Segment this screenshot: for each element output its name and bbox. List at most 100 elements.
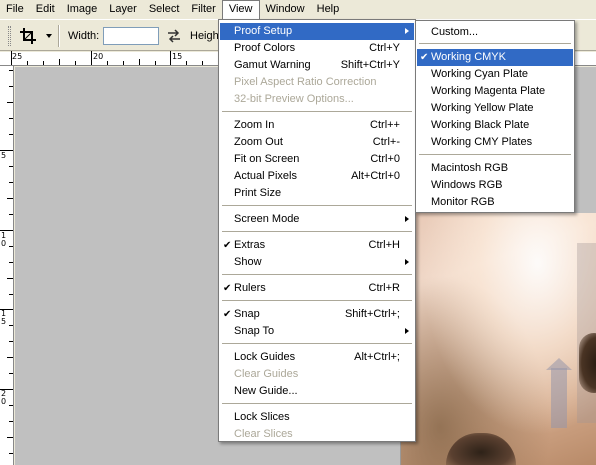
image-dark-object <box>446 433 516 465</box>
ruler-label: 15 <box>172 52 183 61</box>
view-menu-item-show[interactable]: Show <box>220 254 414 271</box>
view-menu-item-proof-setup[interactable]: Proof Setup <box>220 23 414 40</box>
ruler-tick <box>9 246 13 247</box>
view-menu-item-pixel-aspect-ratio-correction[interactable]: Pixel Aspect Ratio Correction <box>220 74 414 91</box>
menu-item-shortcut: Ctrl++ <box>370 119 400 131</box>
menu-item-label: Show <box>234 256 262 268</box>
menu-item-label: Snap <box>234 308 260 320</box>
width-label: Width: <box>68 30 100 42</box>
ruler-tick <box>123 61 124 65</box>
view-menu-item-clear-slices[interactable]: Clear Slices <box>220 426 414 443</box>
ruler-tick <box>202 61 203 65</box>
options-bar-grip[interactable] <box>8 26 11 46</box>
menu-item-label: Custom... <box>431 26 479 38</box>
proof-setup-submenu: Custom... ✔ Working CMYK Working Cyan Plate… <box>415 20 575 213</box>
view-menu: Proof Setup Proof Colors Ctrl+Y Gamut Warni… <box>218 19 416 442</box>
view-menu-item-fit-on-screen[interactable]: Fit on Screen Ctrl+0 <box>220 151 414 168</box>
ruler-label: 20 <box>93 52 104 61</box>
ruler-tick <box>0 309 13 310</box>
view-menu-item-lock-slices[interactable]: Lock Slices <box>220 409 414 426</box>
options-separator <box>58 25 60 47</box>
crop-icon[interactable] <box>20 28 38 44</box>
ruler-tick <box>9 294 13 295</box>
ruler-label: 1 5 <box>1 309 7 326</box>
menu-image[interactable]: Image <box>61 0 104 19</box>
menu-edit[interactable]: Edit <box>30 0 61 19</box>
view-menu-item-proof-colors[interactable]: Proof Colors Ctrl+Y <box>220 40 414 57</box>
ruler-tick <box>9 118 13 119</box>
ruler-tick <box>7 102 13 103</box>
checkmark-icon: ✔ <box>223 283 232 294</box>
proof-item-monitor-rgb[interactable]: Monitor RGB <box>417 194 573 211</box>
proof-item-windows-rgb[interactable]: Windows RGB <box>417 177 573 194</box>
ruler-tick <box>9 421 13 422</box>
ruler-tick <box>0 230 13 231</box>
view-menu-item-zoom-out[interactable]: Zoom Out Ctrl+- <box>220 134 414 151</box>
view-menu-item-extras[interactable]: ✔ Extras Ctrl+H <box>220 237 414 254</box>
menu-item-label: Windows RGB <box>431 179 503 191</box>
ruler-tick <box>0 389 13 390</box>
view-menu-item-print-size[interactable]: Print Size <box>220 185 414 202</box>
view-menu-item-rulers[interactable]: ✔ Rulers Ctrl+R <box>220 280 414 297</box>
ruler-vertical[interactable]: 5 1 0 1 5 2 0 <box>0 66 14 465</box>
menu-item-label: Fit on Screen <box>234 153 300 165</box>
view-menu-item-snap-to[interactable]: Snap To <box>220 323 414 340</box>
checkmark-icon: ✔ <box>223 240 232 251</box>
ruler-label: 1 0 <box>1 231 7 248</box>
menu-item-label: Clear Slices <box>234 428 293 440</box>
menu-item-shortcut: Ctrl+- <box>372 136 400 148</box>
tool-preset-dropdown-icon[interactable] <box>46 34 52 38</box>
menu-item-label: Working Yellow Plate <box>431 102 534 114</box>
menu-layer[interactable]: Layer <box>103 0 143 19</box>
ruler-tick <box>9 70 13 71</box>
view-menu-item-new-guide[interactable]: New Guide... <box>220 383 414 400</box>
view-menu-item-actual-pixels[interactable]: Actual Pixels Alt+Ctrl+0 <box>220 168 414 185</box>
menu-view[interactable]: View <box>221 0 260 19</box>
submenu-arrow-icon <box>405 328 409 334</box>
menu-separator <box>419 43 571 44</box>
menu-help[interactable]: Help <box>311 0 346 19</box>
swap-arrows-icon[interactable] <box>167 29 181 43</box>
menu-item-label: Snap To <box>234 325 275 337</box>
menu-item-label: Lock Slices <box>234 411 290 423</box>
view-menu-item-gamut-warning[interactable]: Gamut Warning Shift+Ctrl+Y <box>220 57 414 74</box>
proof-item-working-black-plate[interactable]: Working Black Plate <box>417 117 573 134</box>
menu-select[interactable]: Select <box>143 0 186 19</box>
menu-item-label: Pixel Aspect Ratio Correction <box>234 76 377 88</box>
proof-item-working-cmy-plates[interactable]: Working CMY Plates <box>417 134 573 151</box>
menu-window[interactable]: Window <box>260 0 311 19</box>
ruler-tick <box>170 51 171 65</box>
ruler-tick <box>43 61 44 65</box>
view-menu-item-clear-guides[interactable]: Clear Guides <box>220 366 414 383</box>
menu-item-label: Working CMY Plates <box>431 136 533 148</box>
ruler-tick <box>9 405 13 406</box>
submenu-arrow-icon <box>405 28 409 34</box>
submenu-arrow-icon <box>405 216 409 222</box>
menu-item-label: Proof Setup <box>234 25 293 37</box>
ruler-tick <box>75 61 76 65</box>
view-menu-item-32-bit-preview-options[interactable]: 32-bit Preview Options... <box>220 91 414 108</box>
ruler-tick <box>155 61 156 65</box>
proof-item-working-yellow-plate[interactable]: Working Yellow Plate <box>417 100 573 117</box>
width-input[interactable] <box>103 27 159 45</box>
proof-item-working-cyan-plate[interactable]: Working Cyan Plate <box>417 66 573 83</box>
ruler-tick <box>7 357 13 358</box>
checkmark-icon: ✔ <box>420 52 429 63</box>
menu-item-label: Actual Pixels <box>234 170 297 182</box>
proof-item-macintosh-rgb[interactable]: Macintosh RGB <box>417 160 573 177</box>
menu-separator <box>222 231 412 232</box>
proof-item-custom[interactable]: Custom... <box>417 24 573 41</box>
ruler-tick <box>9 341 13 342</box>
view-menu-item-zoom-in[interactable]: Zoom In Ctrl++ <box>220 117 414 134</box>
ruler-tick <box>27 61 28 65</box>
proof-item-working-cmyk[interactable]: ✔ Working CMYK <box>417 49 573 66</box>
menu-filter[interactable]: Filter <box>185 0 221 19</box>
document-image[interactable] <box>400 213 596 465</box>
view-menu-item-snap[interactable]: ✔ Snap Shift+Ctrl+; <box>220 306 414 323</box>
menu-file[interactable]: File <box>0 0 30 19</box>
view-menu-item-lock-guides[interactable]: Lock Guides Alt+Ctrl+; <box>220 349 414 366</box>
view-menu-item-screen-mode[interactable]: Screen Mode <box>220 211 414 228</box>
image-arrow-shape <box>551 368 567 428</box>
proof-item-working-magenta-plate[interactable]: Working Magenta Plate <box>417 83 573 100</box>
menu-item-shortcut: Shift+Ctrl+; <box>344 308 400 320</box>
